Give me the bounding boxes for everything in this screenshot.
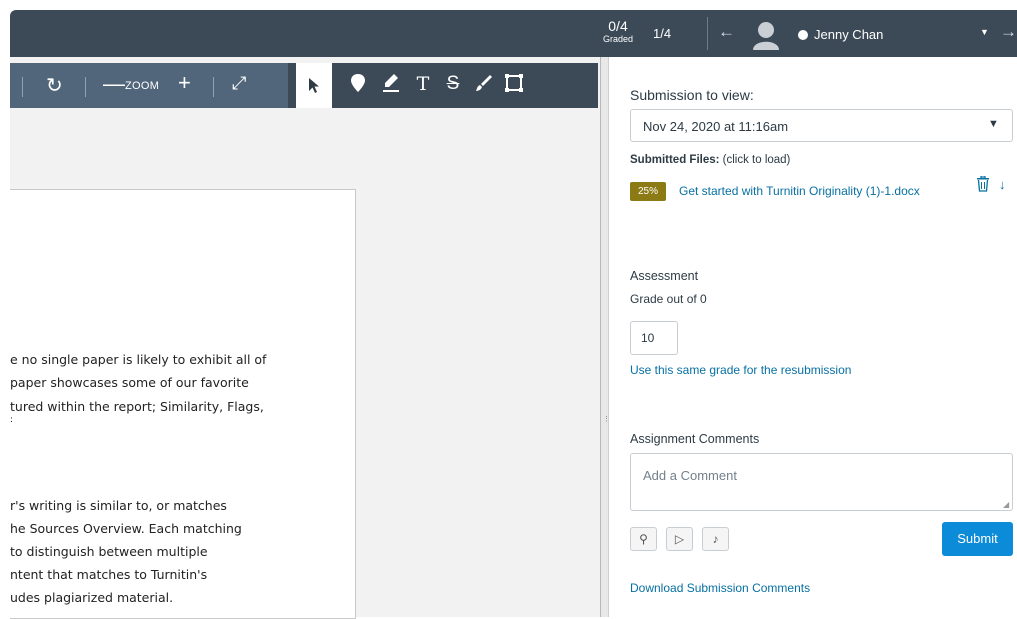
submitted-file-link[interactable]: Get started with Turnitin Originality (1… — [679, 184, 920, 198]
media-comment-button[interactable]: ▷ — [666, 527, 693, 551]
header-divider — [707, 17, 708, 50]
comment-placeholder: Add a Comment — [643, 468, 737, 483]
graded-count: 0/4 — [608, 18, 628, 34]
video-icon: ▷ — [674, 532, 685, 546]
document-line: tured within the report; Similarity, Fla… — [10, 399, 264, 414]
grade-input[interactable]: 10 — [630, 321, 678, 355]
panel-resize-handle[interactable]: ⋮ — [600, 57, 610, 617]
highlight-pen-icon[interactable] — [379, 73, 403, 99]
toolbar-divider — [22, 77, 23, 97]
grade-out-of-label: Grade out of 0 — [630, 292, 707, 306]
download-icon[interactable]: ↓ — [999, 177, 1006, 192]
annotation-tools: T S — [288, 63, 598, 108]
submitted-files-label-bold: Submitted Files: — [630, 154, 720, 166]
fullscreen-icon[interactable]: ⤢ — [232, 73, 246, 94]
document-line: to distinguish between multiple — [10, 544, 208, 559]
document-line: udes plagiarized material. — [10, 590, 174, 605]
graded-label: Graded — [602, 34, 634, 44]
document-line: paper showcases some of our favorite — [10, 375, 249, 390]
status-dot-icon — [798, 30, 808, 40]
document-line: he Sources Overview. Each matching — [10, 521, 242, 536]
zoom-in-button[interactable]: + — [178, 70, 191, 96]
next-student-arrow-icon[interactable]: → — [1000, 22, 1017, 42]
strikethrough-icon[interactable]: S — [441, 73, 465, 95]
similarity-score-badge[interactable]: 25% — [630, 182, 666, 201]
use-same-grade-link[interactable]: Use this same grade for the resubmission — [630, 363, 851, 377]
gradebook-header: 0/4 Graded 1/4 ← Jenny Chan ▼ → — [10, 10, 1017, 57]
submission-heading: Submission to view: — [630, 87, 754, 103]
student-index: 1/4 — [653, 26, 672, 41]
download-submission-comments-link[interactable]: Download Submission Comments — [630, 581, 810, 595]
attach-file-button[interactable]: ⚲ — [630, 527, 657, 551]
toolbar-divider — [213, 77, 214, 97]
grip-icon: ⋮ — [603, 416, 610, 423]
comment-textarea[interactable]: Add a Comment ◢ — [630, 453, 1013, 511]
paperclip-icon: ⚲ — [639, 532, 648, 546]
text-tool-icon[interactable]: T — [411, 73, 435, 95]
assignment-comments-heading: Assignment Comments — [630, 432, 760, 446]
zoom-out-button[interactable]: — — [103, 71, 125, 97]
select-pointer-icon[interactable] — [296, 63, 332, 108]
student-avatar — [750, 20, 782, 50]
audio-comment-button[interactable]: ♪ — [702, 527, 729, 551]
graded-summary: 0/4 Graded — [596, 18, 640, 45]
document-line: : — [10, 415, 14, 425]
document-line: ntent that matches to Turnitin's — [10, 567, 208, 582]
previous-student-arrow-icon[interactable]: ← — [718, 22, 735, 42]
chevron-down-icon: ▼ — [988, 118, 999, 130]
submitted-files-label: Submitted Files: (click to load) — [630, 154, 790, 166]
submitted-files-label-hint: (click to load) — [719, 154, 791, 166]
pin-comment-icon[interactable] — [346, 73, 370, 99]
submission-select-value: Nov 24, 2020 at 11:16am — [643, 119, 789, 134]
freehand-draw-icon[interactable] — [472, 73, 496, 99]
annotation-toolbar: ↻ — ZOOM + ⤢ T S — [10, 63, 598, 108]
document-line: e no single paper is likely to exhibit a… — [10, 352, 267, 367]
assessment-heading: Assessment — [630, 269, 699, 283]
area-box-icon[interactable] — [502, 73, 526, 99]
document-line: r's writing is similar to, or matches — [10, 498, 227, 513]
resize-grip-icon[interactable]: ◢ — [1003, 500, 1009, 509]
student-dropdown-caret-icon[interactable]: ▼ — [980, 27, 989, 37]
student-name[interactable]: Jenny Chan — [814, 27, 883, 42]
submit-button[interactable]: Submit — [942, 522, 1013, 556]
speaker-icon: ♪ — [712, 532, 719, 546]
trash-icon[interactable] — [976, 175, 990, 196]
toolbar-divider — [85, 77, 86, 97]
rotate-icon[interactable]: ↻ — [46, 73, 63, 98]
submission-select[interactable]: Nov 24, 2020 at 11:16am ▼ — [630, 109, 1013, 142]
zoom-label: ZOOM — [125, 80, 160, 92]
document-page: e no single paper is likely to exhibit a… — [10, 189, 356, 619]
